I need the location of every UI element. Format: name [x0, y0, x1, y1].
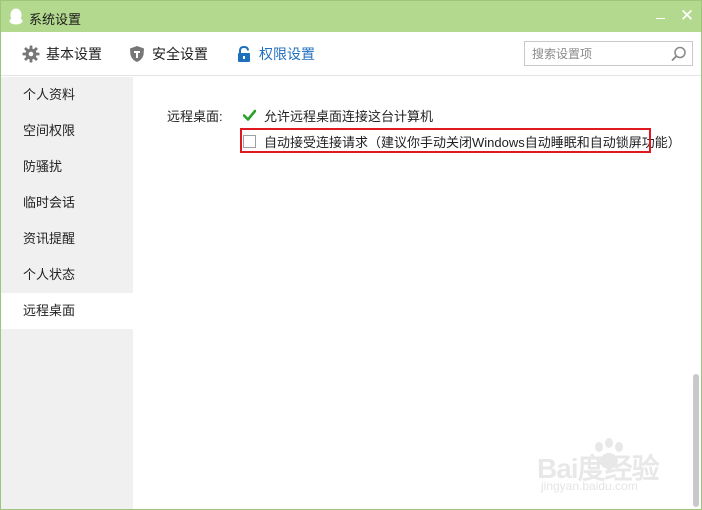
tab-permission-settings-label: 权限设置 — [259, 46, 315, 62]
baidu-jingyan-watermark: Bai度经验 jingyan.baidu.com — [537, 437, 667, 497]
red-highlight-box — [240, 128, 651, 153]
shield-icon — [130, 46, 144, 62]
sidebar-item-profile[interactable]: 个人资料 — [1, 77, 133, 113]
remote-desktop-label: 远程桌面: — [167, 109, 223, 124]
sidebar: 个人资料 空间权限 防骚扰 临时会话 资讯提醒 个人状态 远程桌面 — [1, 77, 133, 509]
sidebar-item-space-permission[interactable]: 空间权限 — [1, 113, 133, 149]
sidebar-item-personal-status[interactable]: 个人状态 — [1, 257, 133, 293]
sidebar-item-news-alert[interactable]: 资讯提醒 — [1, 221, 133, 257]
search-box[interactable] — [524, 41, 693, 66]
toolbar: 基本设置 安全设置 权限设置 — [1, 32, 701, 76]
gear-icon — [22, 45, 40, 63]
sidebar-item-temp-session[interactable]: 临时会话 — [1, 185, 133, 221]
watermark-url: jingyan.baidu.com — [541, 479, 638, 493]
close-button[interactable]: ✕ — [677, 6, 697, 26]
sidebar-item-remote-desktop[interactable]: 远程桌面 — [1, 293, 133, 329]
tab-basic-settings[interactable]: 基本设置 — [22, 32, 102, 76]
checkbox-checked[interactable] — [243, 109, 256, 122]
allow-remote-desktop-option[interactable]: 允许远程桌面连接这台计算机 — [243, 106, 433, 125]
search-input[interactable] — [525, 42, 665, 65]
minimize-button[interactable] — [651, 7, 671, 27]
sidebar-item-anti-harassment[interactable]: 防骚扰 — [1, 149, 133, 185]
settings-window: 系统设置 ✕ 基本设置 安全设置 权限设置 搜索设置项 个人资料 空间权限 防骚… — [0, 0, 702, 510]
tab-security-settings-label: 安全设置 — [152, 46, 208, 62]
search-icon[interactable] — [670, 45, 688, 63]
title-bar: 系统设置 ✕ — [1, 1, 701, 32]
scrollbar[interactable] — [693, 374, 699, 507]
penguin-icon — [9, 8, 23, 25]
tab-basic-settings-label: 基本设置 — [46, 46, 102, 62]
tab-security-settings[interactable]: 安全设置 — [128, 32, 208, 76]
window-title: 系统设置 — [29, 12, 82, 27]
allow-remote-desktop-label: 允许远程桌面连接这台计算机 — [264, 109, 434, 124]
lock-icon — [238, 45, 250, 62]
tab-permission-settings[interactable]: 权限设置 — [235, 32, 315, 76]
